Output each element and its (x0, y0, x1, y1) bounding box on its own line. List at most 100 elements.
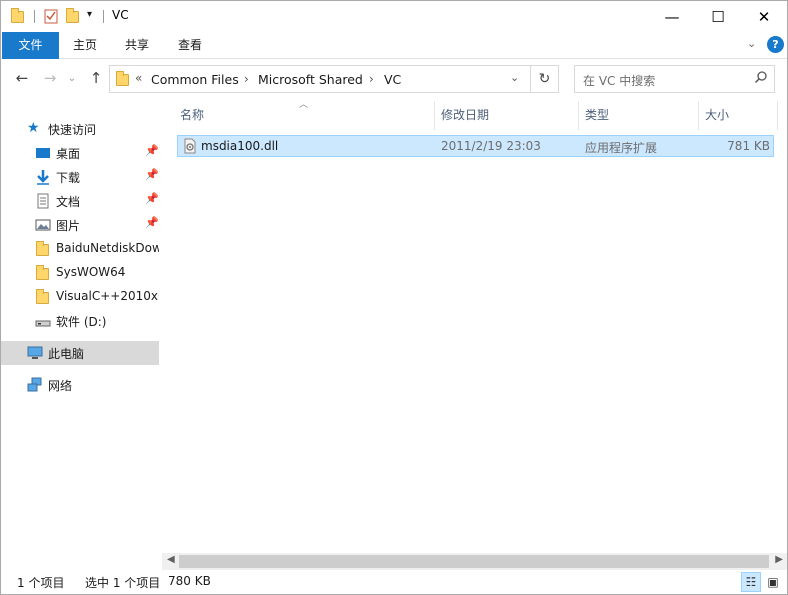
nav-item-label: VisualC++2010x64 (56, 289, 159, 303)
chevron-down-icon: ⌄ (67, 72, 77, 84)
column-header-type[interactable]: 类型 (579, 101, 698, 130)
nav-this-pc-label: 此电脑 (48, 347, 85, 361)
maximize-icon: ☐ (711, 7, 725, 26)
window-title: VC (112, 8, 129, 22)
pin-icon[interactable]: 📌 (145, 168, 159, 181)
column-header-modified[interactable]: 修改日期 (435, 101, 578, 130)
qat-separator (103, 10, 104, 23)
expand-ribbon-icon[interactable]: ⌄ (747, 37, 756, 50)
breadcrumb-separator[interactable]: › (244, 72, 249, 86)
search-icon[interactable] (754, 70, 768, 88)
desktop-icon (35, 145, 51, 161)
breadcrumb-microsoft-shared[interactable]: Microsoft Shared (258, 72, 363, 87)
scroll-right-icon[interactable]: ▶ (775, 554, 783, 565)
nav-network[interactable]: 网络 (1, 373, 159, 397)
folder-icon (35, 265, 51, 281)
status-item-count: 1 个项目 (17, 576, 65, 590)
document-icon (35, 193, 51, 209)
properties-icon[interactable] (43, 8, 59, 24)
scrollbar-thumb[interactable] (179, 555, 769, 568)
drive-icon (35, 313, 51, 329)
nav-item-documents[interactable]: 文档 📌 (1, 189, 159, 213)
file-type: 应用程序扩展 (585, 141, 658, 155)
nav-item-label: 文档 (56, 195, 81, 209)
pin-icon[interactable]: 📌 (145, 216, 159, 229)
column-header-name[interactable]: 名称 (174, 101, 434, 130)
nav-item-label: SysWOW64 (56, 265, 126, 279)
dll-file-icon (182, 138, 198, 154)
nav-item-downloads[interactable]: 下载 📌 (1, 165, 159, 189)
file-name: msdia100.dll (201, 139, 279, 153)
breadcrumb-common-files[interactable]: Common Files (151, 72, 239, 87)
tab-file[interactable]: 文件 (2, 32, 59, 59)
nav-item-label: 软件 (D:) (56, 315, 107, 329)
download-icon (35, 169, 51, 185)
search-box[interactable]: 在 VC 中搜索 (574, 65, 775, 93)
refresh-button[interactable]: ↻ (531, 65, 559, 93)
nav-quick-access-label: 快速访问 (48, 123, 97, 137)
address-bar[interactable]: « Common Files › Microsoft Shared › VC ⌄ (109, 65, 531, 93)
file-row[interactable]: msdia100.dll 2011/2/19 23:03 应用程序扩展 781 … (177, 135, 774, 157)
nav-item-label: BaiduNetdiskDow (56, 241, 159, 255)
column-divider[interactable] (777, 101, 778, 130)
help-icon[interactable]: ? (767, 36, 784, 53)
status-selected-count: 选中 1 个项目 (85, 576, 161, 590)
computer-icon (27, 345, 43, 361)
forward-arrow-icon: → (43, 69, 57, 87)
back-arrow-icon: ← (15, 69, 29, 87)
navigation-pane: ★ 快速访问 桌面 📌 下载 📌 文档 📌 图片 📌 BaiduNetdiskD… (1, 101, 161, 571)
tab-share[interactable]: 共享 (113, 32, 161, 59)
nav-item-folder[interactable]: SysWOW64 (1, 261, 159, 285)
nav-item-drive-d[interactable]: 软件 (D:) (1, 309, 159, 333)
folder-icon (10, 8, 26, 24)
tab-home[interactable]: 主页 (61, 32, 109, 59)
picture-icon (35, 217, 51, 233)
recent-locations-button[interactable]: ⌄ (61, 67, 83, 89)
close-button[interactable]: ✕ (741, 1, 787, 32)
pin-icon[interactable]: 📌 (145, 192, 159, 205)
breadcrumb-separator[interactable]: › (369, 72, 374, 86)
close-icon: ✕ (757, 7, 771, 26)
details-view-icon: ☷ (745, 575, 757, 589)
tab-view[interactable]: 查看 (166, 32, 214, 59)
back-button[interactable]: ← (11, 67, 33, 89)
nav-quick-access[interactable]: ★ 快速访问 (1, 117, 159, 141)
column-header-size[interactable]: 大小 (699, 101, 777, 130)
nav-item-desktop[interactable]: 桌面 📌 (1, 141, 159, 165)
customize-qat-icon[interactable]: ▾ (87, 9, 103, 25)
new-folder-icon[interactable] (65, 8, 81, 24)
up-button[interactable]: ↑ (85, 67, 107, 89)
nav-item-label: 桌面 (56, 147, 81, 161)
qat-separator (34, 10, 35, 23)
forward-button[interactable]: → (39, 67, 61, 89)
horizontal-scrollbar[interactable]: ◀ ▶ (162, 553, 787, 570)
large-icons-view-icon: ▣ (767, 575, 779, 589)
search-placeholder: 在 VC 中搜索 (583, 74, 656, 88)
details-view-button[interactable]: ☷ (741, 572, 761, 592)
explorer-window: ▾ VC — ☐ ✕ 文件 主页 共享 查看 ⌄ ? ← → ⌄ ↑ « Com… (0, 0, 788, 595)
scroll-left-icon[interactable]: ◀ (167, 554, 175, 565)
folder-icon (35, 241, 51, 257)
nav-item-label: 图片 (56, 219, 81, 233)
minimize-icon: — (664, 7, 680, 26)
nav-item-folder[interactable]: BaiduNetdiskDow (1, 237, 159, 261)
maximize-button[interactable]: ☐ (695, 1, 741, 32)
address-dropdown-icon[interactable]: ⌄ (510, 71, 519, 84)
nav-item-folder[interactable]: VisualC++2010x64 (1, 285, 159, 309)
minimize-button[interactable]: — (649, 1, 695, 32)
file-modified: 2011/2/19 23:03 (441, 139, 541, 153)
overflow-icon[interactable]: « (135, 71, 142, 85)
ribbon-tabs: 文件 主页 共享 查看 ⌄ ? (1, 32, 787, 59)
title-bar: ▾ VC — ☐ ✕ (1, 1, 787, 32)
nav-network-label: 网络 (48, 379, 73, 393)
large-icons-view-button[interactable]: ▣ (763, 572, 783, 592)
status-bar: 1 个项目 选中 1 个项目 780 KB (1, 571, 787, 594)
nav-item-pictures[interactable]: 图片 📌 (1, 213, 159, 237)
breadcrumb-vc[interactable]: VC (384, 72, 401, 87)
status-selected-size: 780 KB (168, 574, 211, 588)
network-icon (27, 377, 43, 393)
up-arrow-icon: ↑ (89, 69, 103, 87)
pin-icon[interactable]: 📌 (145, 144, 159, 157)
nav-this-pc[interactable]: 此电脑 (1, 341, 159, 365)
nav-item-label: 下载 (56, 171, 81, 185)
